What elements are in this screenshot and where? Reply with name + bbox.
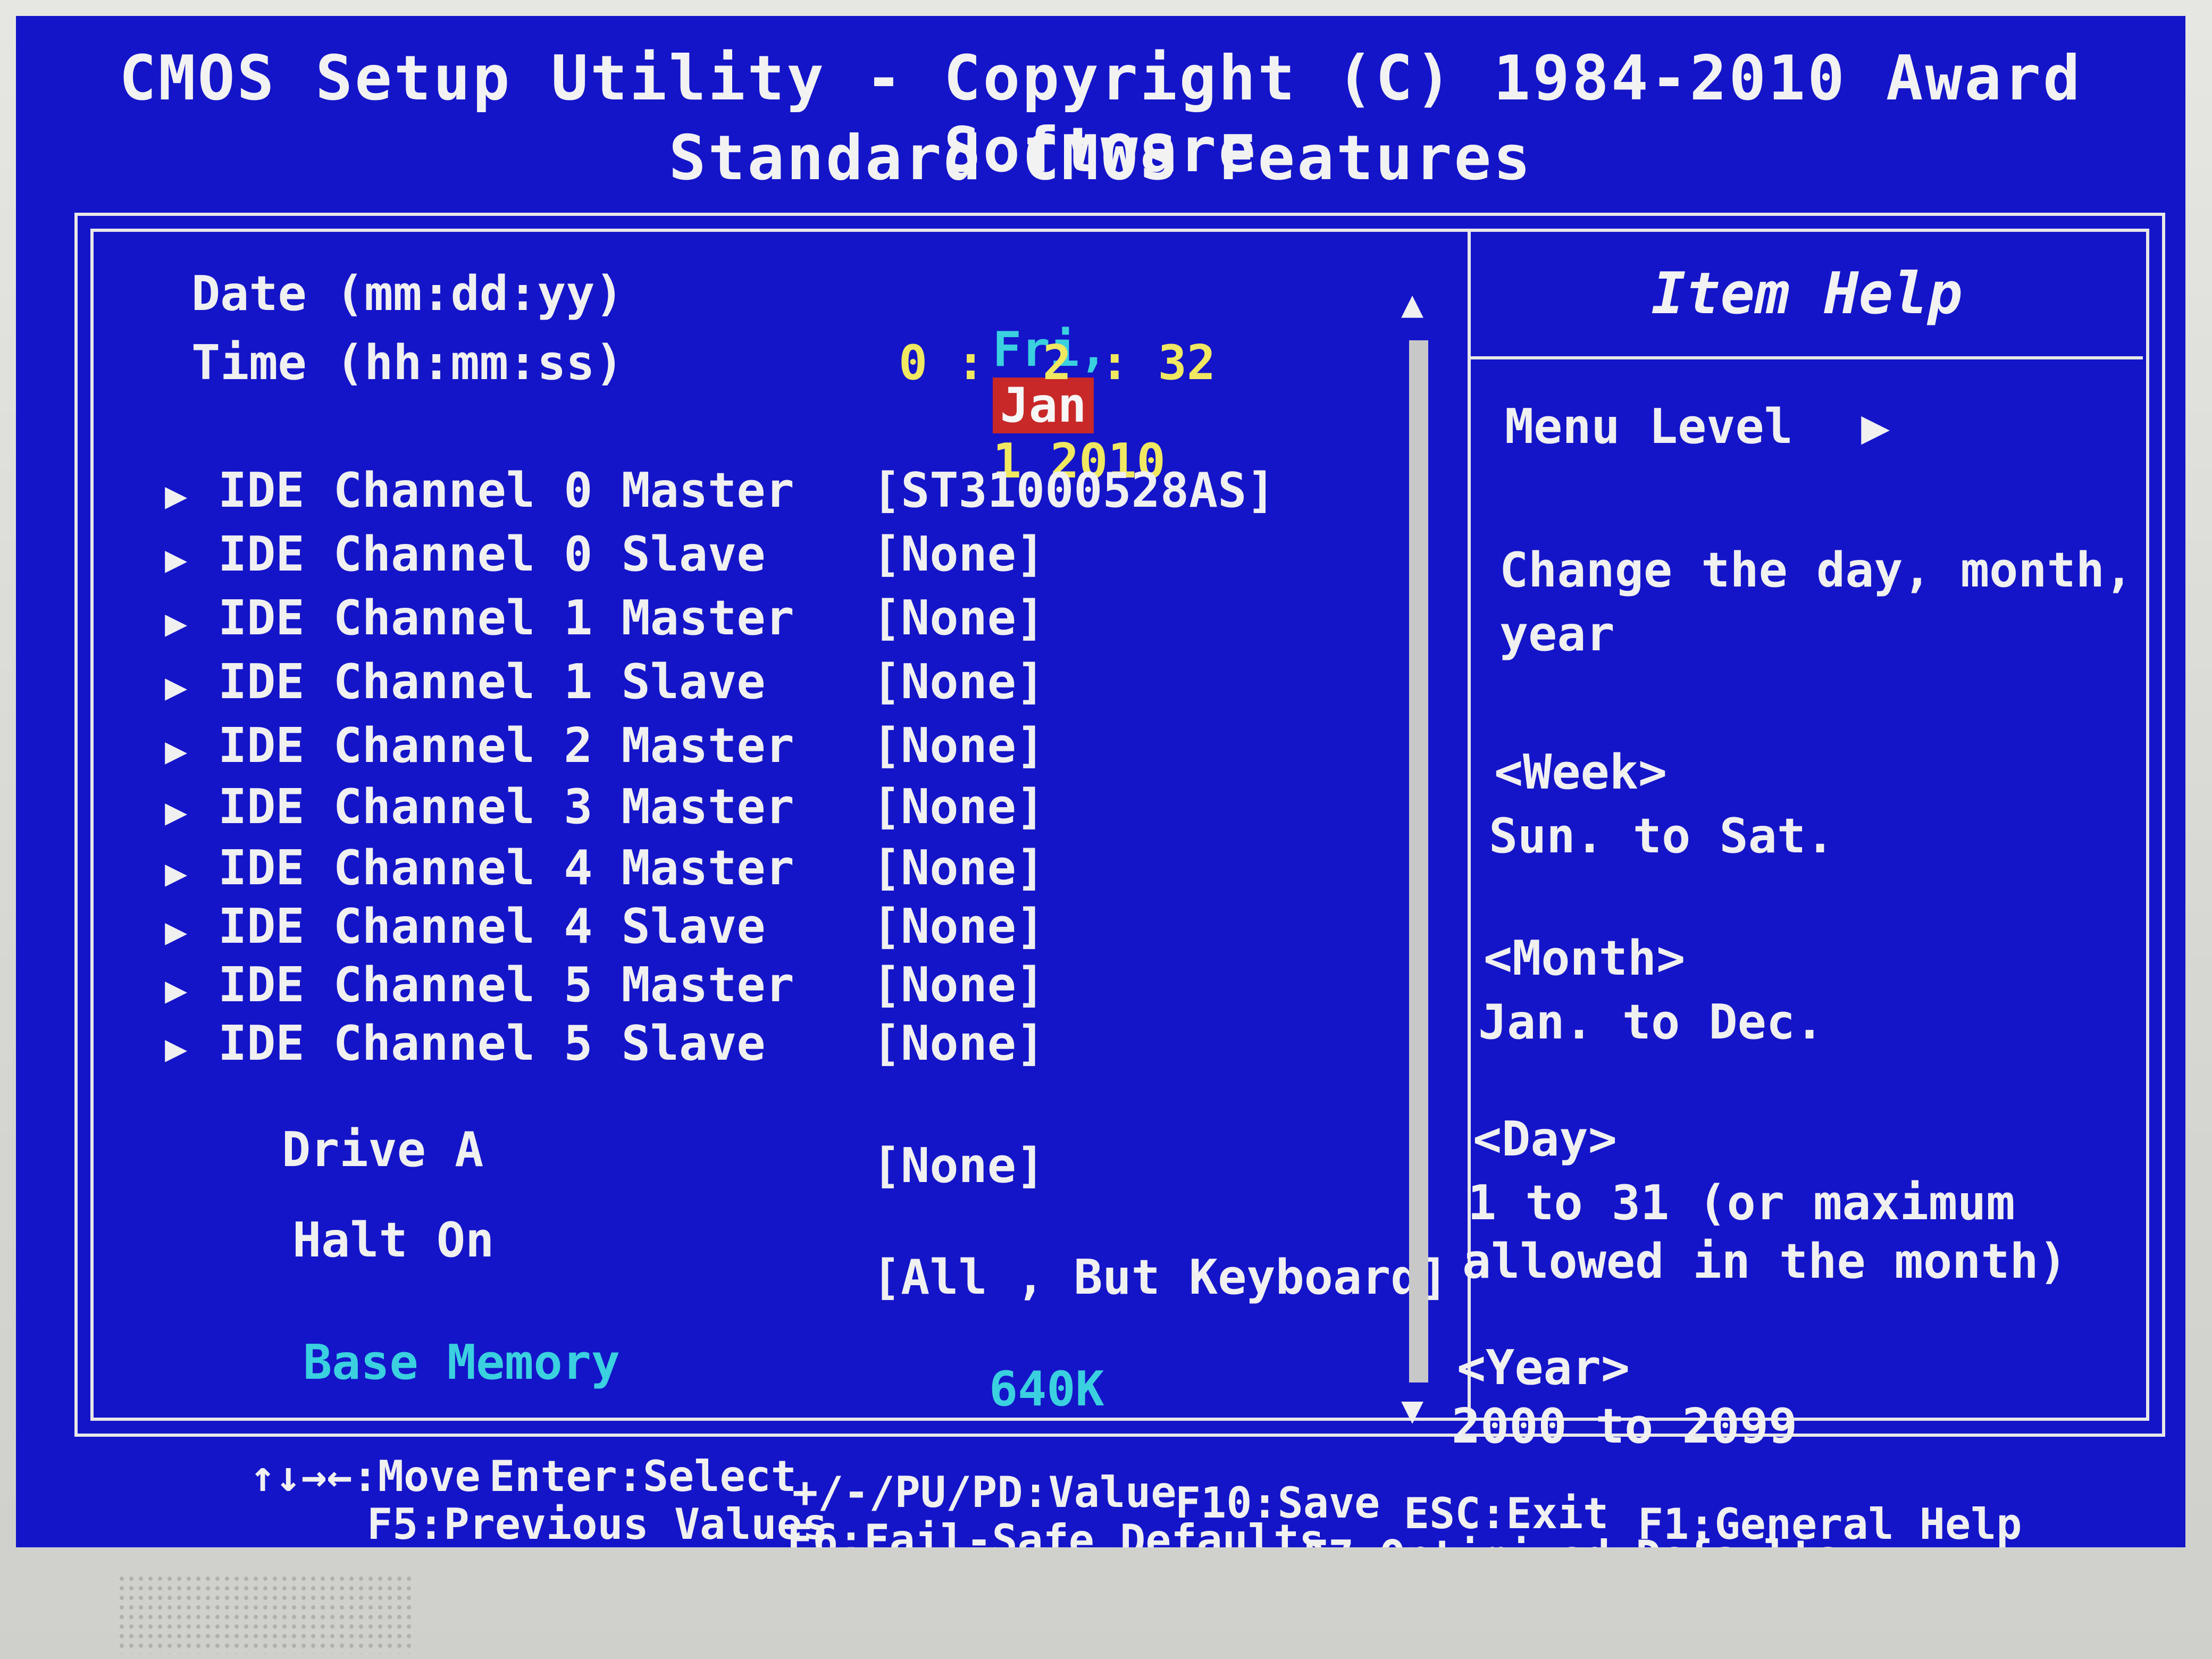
time-value[interactable]: 0 : 2 : 32: [899, 335, 1216, 391]
menu-level-arrow-icon: ▶: [1861, 399, 1890, 455]
menu-level-label: Menu Level: [1505, 399, 1793, 455]
help-desc-line2: year: [1499, 606, 1615, 662]
drive-a-value[interactable]: [None]: [872, 1138, 1045, 1194]
help-month-header: <Month>: [1484, 931, 1686, 986]
help-separator: [1471, 356, 2143, 359]
ide-ch1-slave-label[interactable]: IDE Channel 1 Slave: [218, 654, 766, 710]
help-year-header: <Year>: [1457, 1340, 1630, 1396]
footer-f5: F5:Previous Values: [367, 1499, 828, 1547]
scroll-up-arrow-icon[interactable]: ▲: [1401, 282, 1423, 325]
item-help-title: Item Help: [1651, 261, 1963, 327]
ide-ch0-slave-label[interactable]: IDE Channel 0 Slave: [218, 526, 766, 582]
ide-ch1-master-value[interactable]: [None]: [872, 590, 1045, 646]
scroll-down-arrow-icon[interactable]: ▼: [1401, 1388, 1423, 1431]
base-memory-label: Base Memory: [303, 1335, 621, 1390]
ide-ch4-master-value[interactable]: [None]: [872, 840, 1045, 896]
time-label: Time (hh:mm:ss): [191, 335, 624, 391]
submenu-arrow-icon: ▶: [165, 665, 188, 708]
help-day-value2: allowed in the month): [1462, 1234, 2067, 1289]
ide-ch5-slave-label[interactable]: IDE Channel 5 Slave: [218, 1016, 766, 1071]
bios-screen: CMOS Setup Utility - Copyright (C) 1984-…: [16, 16, 2185, 1547]
halt-on-value[interactable]: [All , But Keyboard]: [872, 1250, 1448, 1305]
ide-ch2-master-value[interactable]: [None]: [872, 718, 1045, 774]
scrollbar[interactable]: [1409, 340, 1428, 1382]
ide-ch5-master-value[interactable]: [None]: [872, 957, 1045, 1013]
footer-enter: Enter:Select: [489, 1452, 797, 1501]
ide-ch5-master-label[interactable]: IDE Channel 5 Master: [218, 957, 794, 1013]
help-week-value: Sun. to Sat.: [1489, 808, 1835, 864]
speaker-grille: [117, 1574, 415, 1654]
submenu-arrow-icon: ▶: [165, 909, 188, 953]
ide-ch5-slave-value[interactable]: [None]: [872, 1016, 1045, 1071]
help-month-value: Jan. to Dec.: [1478, 994, 1824, 1050]
date-label: Date (mm:dd:yy): [191, 266, 624, 322]
drive-a-label[interactable]: Drive A: [282, 1122, 483, 1178]
submenu-arrow-icon: ▶: [165, 537, 188, 581]
footer-f7: F7:Optimized Defaults: [1303, 1531, 1840, 1547]
submenu-arrow-icon: ▶: [165, 790, 188, 833]
help-year-value: 2000 to 2099: [1452, 1398, 1798, 1454]
footer-f6: F6:Fail-Safe Defaults: [787, 1515, 1325, 1547]
footer-value: +/-/PU/PD:Value: [792, 1468, 1177, 1517]
ide-ch1-master-label[interactable]: IDE Channel 1 Master: [218, 590, 794, 646]
page-title: Standard CMOS Features: [668, 122, 1533, 194]
submenu-arrow-icon: ▶: [165, 473, 188, 517]
submenu-arrow-icon: ▶: [165, 851, 188, 894]
ide-ch4-master-label[interactable]: IDE Channel 4 Master: [218, 840, 794, 896]
ide-ch4-slave-label[interactable]: IDE Channel 4 Slave: [218, 899, 766, 954]
submenu-arrow-icon: ▶: [165, 601, 188, 644]
ide-ch3-master-value[interactable]: [None]: [872, 779, 1045, 835]
submenu-arrow-icon: ▶: [165, 728, 188, 772]
submenu-arrow-icon: ▶: [165, 1026, 188, 1070]
footer-move: ↑↓→←:Move: [250, 1452, 481, 1501]
ide-ch1-slave-value[interactable]: [None]: [872, 654, 1045, 710]
base-memory-value: 640K: [989, 1361, 1104, 1417]
ide-ch0-slave-value[interactable]: [None]: [872, 526, 1045, 582]
ide-ch3-master-label[interactable]: IDE Channel 3 Master: [218, 779, 794, 835]
ide-ch0-master-value[interactable]: [ST31000528AS]: [872, 463, 1276, 518]
help-week-header: <Week>: [1494, 744, 1668, 800]
ide-ch2-master-label[interactable]: IDE Channel 2 Master: [218, 718, 794, 774]
ide-ch0-master-label[interactable]: IDE Channel 0 Master: [218, 463, 794, 518]
help-day-header: <Day>: [1473, 1111, 1617, 1167]
submenu-arrow-icon: ▶: [165, 968, 188, 1011]
halt-on-label[interactable]: Halt On: [292, 1212, 494, 1268]
help-day-value1: 1 to 31 (or maximum: [1468, 1175, 2015, 1231]
ide-ch4-slave-value[interactable]: [None]: [872, 899, 1045, 954]
help-desc-line1: Change the day, month,: [1499, 542, 2134, 598]
